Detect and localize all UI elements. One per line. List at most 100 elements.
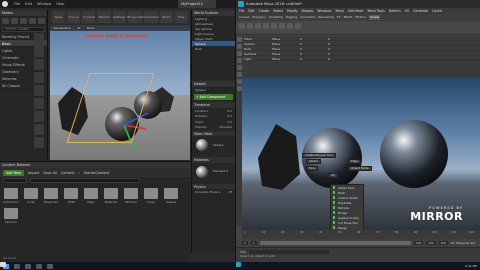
place-mode-icon[interactable] [2,18,9,24]
shelf-tab[interactable]: Curves [239,15,249,20]
maya-menu-uv[interactable]: UV [405,9,410,13]
character-set-label[interactable]: No Character Set [451,241,475,245]
shelf-tool-icon[interactable] [255,23,261,29]
ue-material-thumbnail[interactable] [196,165,208,178]
maya-time-slider[interactable]: 1 10 20 30 40 50 60 70 80 90 100 110 120 [242,230,480,239]
shelf-tool-icon[interactable] [263,23,269,29]
folder-item[interactable]: Blueprints [43,188,59,204]
maya-menu-select[interactable]: Select [273,9,283,13]
maya-menu-display[interactable]: Display [302,9,314,13]
maya-menu-windows[interactable]: Windows [317,9,331,13]
ue-add-component-button[interactable]: + Add Component [194,94,233,100]
paint-select-tool-icon[interactable] [236,51,242,56]
marking-menu-edge[interactable]: Edge [348,159,362,164]
ue-cinematics-button[interactable]: Cinematics [142,11,159,23]
unreal-taskbar-icon[interactable] [0,262,6,267]
maya-menu-mesh-tools[interactable]: Mesh Tools [368,9,385,13]
maya-menu-deform[interactable]: Deform [389,9,401,13]
file-explorer-icon[interactable] [36,263,42,269]
folder-item[interactable]: Props [143,188,159,204]
ue-menu-edit[interactable]: Edit [25,2,32,6]
ue-add-new-button[interactable]: Add New [3,169,25,176]
lasso-tool-icon[interactable] [236,44,242,49]
maya-menu-cache[interactable]: Cache [432,9,442,13]
shelf-tab[interactable]: Motion [355,15,365,20]
layout-icon[interactable] [236,79,242,84]
shelf-tab[interactable]: MASH [344,15,353,20]
maya-menu-edit-mesh[interactable]: Edit Mesh [348,9,364,13]
task-view-icon[interactable] [25,263,31,269]
ue-level-viewport[interactable]: Perspective Lit Show LIGHTING NEEDS TO B… [50,25,190,160]
select-tool-icon[interactable] [236,37,242,42]
prop-value[interactable]: 1.0 [227,120,232,124]
ue-blueprints-button[interactable]: Blueprints [127,11,142,23]
folder-item[interactable]: HDRI [63,188,79,204]
browser-icon[interactable] [47,263,53,269]
ue-mesh-thumbnail[interactable] [196,139,208,151]
geometry-mode-icon[interactable] [38,18,45,24]
shelf-tab[interactable]: Rigging [286,15,297,20]
shelf-tool-icon[interactable] [279,23,285,29]
shelf-tab[interactable]: Rendering [318,15,333,20]
placeable-item[interactable] [34,46,44,57]
shelf-tab-active[interactable]: Unreal [368,15,381,20]
range-start-field[interactable]: 1 [242,241,248,245]
maya-menu-modify[interactable]: Modify [287,9,298,13]
ue-settings-button[interactable]: Settings [112,11,126,23]
maya-menu-edit[interactable]: Edit [248,9,254,13]
ue-market-button[interactable]: Market [97,11,111,23]
outliner-row[interactable]: Rock [192,46,235,51]
ue-source-button[interactable]: Source [67,11,81,23]
ue-filters-dropdown[interactable] [3,178,27,183]
maya-menu-create[interactable]: Create [259,9,270,13]
marking-menu-create-polygon[interactable]: Create Polygon Tool [302,153,336,158]
shelf-tab[interactable]: Sculpting [269,15,283,20]
folder-item[interactable]: Particles [123,188,139,204]
ue-menu-file[interactable]: File [14,2,20,6]
range-playback-start-field[interactable]: 1 [250,241,257,245]
ue-path-content[interactable]: Content [61,171,75,175]
maya-menu-generate[interactable]: Generate [413,9,428,13]
shelf-tab[interactable]: Polygons [252,15,265,20]
maya-taskbar-icon[interactable] [235,262,241,267]
prop-value[interactable]: 0.0 [227,109,232,113]
placeable-item[interactable] [34,72,44,83]
ue-asset-search-input[interactable] [30,178,140,183]
shelf-tab[interactable]: FX [337,15,341,20]
folder-item[interactable]: Audio [23,188,39,204]
maya-menu-mesh[interactable]: Mesh [336,9,344,13]
placeable-item[interactable] [34,59,44,70]
placeable-item[interactable] [34,137,44,148]
placeable-item[interactable] [34,124,44,135]
ue-menu-help[interactable]: Help [56,2,64,6]
foliage-mode-icon[interactable] [29,18,36,24]
ue-path-starter[interactable]: StarterContent [84,171,109,175]
paint-mode-icon[interactable] [11,18,18,24]
range-end-field[interactable]: 120 [426,241,436,245]
ue-save-all-button[interactable]: Save All [43,171,57,175]
folder-item[interactable]: Shapes [163,188,179,204]
placeable-item[interactable] [34,111,44,122]
spreadsheet-row[interactable]: Light Plane 0 0 [242,56,480,61]
placeable-item[interactable] [34,98,44,109]
prop-value[interactable]: Movable [219,125,232,129]
ue-save-button[interactable]: Save [52,11,66,23]
placeable-item[interactable] [34,33,44,44]
shelf-tab[interactable]: Animation [300,15,315,20]
prop-value[interactable]: 0.0 [227,114,232,118]
landscape-mode-icon[interactable] [20,18,27,24]
ue-menu-window[interactable]: Window [37,2,51,6]
search-icon[interactable] [14,263,20,269]
marking-menu-object-mode[interactable]: Object Mode [348,166,372,171]
scale-tool-icon[interactable] [236,72,242,77]
shelf-tool-icon[interactable] [287,23,293,29]
ue-play-button[interactable]: Play [174,11,188,23]
range-slider-bar[interactable] [259,241,411,245]
folder-item[interactable]: Maps [83,188,99,204]
range-playback-end-field[interactable]: 120 [413,241,424,245]
placeable-item[interactable] [34,85,44,96]
ue-document-tab[interactable]: MyProject12 [178,0,216,8]
marking-menu-vertex[interactable]: Vertex [306,159,321,164]
ue-build-button[interactable]: Build [159,11,173,23]
ue-import-button[interactable]: Import [28,171,39,175]
